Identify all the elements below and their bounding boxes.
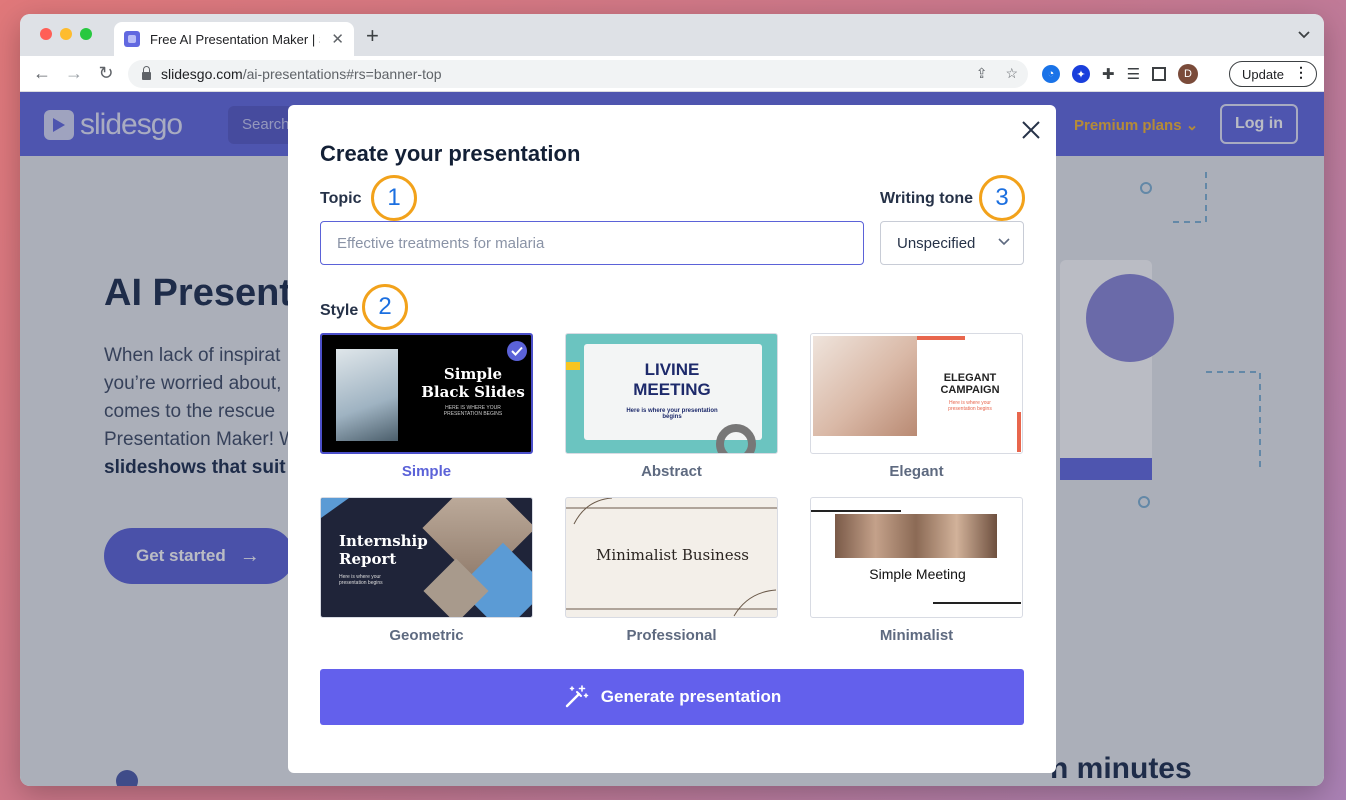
slidesgo-favicon-icon bbox=[124, 31, 140, 47]
topic-input[interactable] bbox=[320, 221, 864, 265]
style-card-geometric[interactable]: Internship Report Here is where your pre… bbox=[320, 497, 533, 618]
address-bar[interactable]: slidesgo.com/ai-presentations#rs=banner-… bbox=[128, 60, 1028, 88]
tab-search-chevron-icon[interactable] bbox=[1298, 28, 1310, 42]
style-label: Style bbox=[320, 302, 359, 319]
share-icon[interactable]: ⇪ bbox=[976, 65, 988, 82]
thumb-title: LIVINE MEETING bbox=[633, 360, 711, 399]
forward-arrow-icon[interactable]: → bbox=[62, 62, 86, 84]
thumb-photo bbox=[835, 514, 997, 558]
tab-strip: Free AI Presentation Maker | Sli ✕ + bbox=[20, 14, 1324, 56]
style-card-simple[interactable]: Simple Black Slides HERE IS WHERE YOUR P… bbox=[320, 333, 533, 454]
thumb-title: Internship Report bbox=[339, 532, 428, 568]
thumb-subtitle: Here is where your presentation begins bbox=[626, 408, 718, 420]
create-presentation-dialog: Create your presentation Topic 1 Writing… bbox=[288, 105, 1056, 773]
browser-toolbar: ← → ↻ slidesgo.com/ai-presentations#rs=b… bbox=[20, 56, 1324, 92]
step-badge-3: 3 bbox=[979, 175, 1025, 221]
magic-wand-icon bbox=[565, 685, 589, 708]
thumb-title: Minimalist Business bbox=[596, 546, 749, 564]
reload-icon[interactable]: ↻ bbox=[94, 62, 118, 84]
extension-star-icon[interactable]: ✦ bbox=[1072, 65, 1090, 83]
style-name-abstract[interactable]: Abstract bbox=[565, 463, 778, 480]
maximize-window-button[interactable] bbox=[80, 28, 92, 40]
bookmark-star-icon[interactable]: ☆ bbox=[1005, 65, 1018, 82]
style-name-minimalist[interactable]: Minimalist bbox=[810, 627, 1023, 644]
thumb-subtitle: Here is where your presentation begins bbox=[948, 400, 992, 412]
close-window-button[interactable] bbox=[40, 28, 52, 40]
tab-close-icon[interactable]: ✕ bbox=[331, 30, 344, 48]
step-badge-1: 1 bbox=[371, 175, 417, 221]
web-page: slidesgo Search Premium plans ⌄ Log in o… bbox=[20, 92, 1324, 786]
minimize-window-button[interactable] bbox=[60, 28, 72, 40]
style-name-professional[interactable]: Professional bbox=[565, 627, 778, 644]
writing-tone-select[interactable]: Unspecified bbox=[880, 221, 1024, 265]
browser-window: Free AI Presentation Maker | Sli ✕ + ← →… bbox=[20, 14, 1324, 786]
style-name-simple[interactable]: Simple bbox=[320, 463, 533, 480]
extensions-puzzle-icon[interactable]: ✚ bbox=[1102, 65, 1115, 83]
thumb-photo bbox=[813, 336, 917, 436]
tab-title: Free AI Presentation Maker | Sli bbox=[150, 31, 320, 47]
browser-tab[interactable]: Free AI Presentation Maker | Sli ✕ bbox=[114, 22, 354, 56]
thumb-title: Simple Black Slides bbox=[421, 365, 525, 401]
back-arrow-icon[interactable]: ← bbox=[30, 62, 54, 84]
writing-tone-label: Writing tone bbox=[880, 190, 974, 207]
style-name-geometric[interactable]: Geometric bbox=[320, 627, 533, 644]
dialog-title: Create your presentation bbox=[320, 141, 581, 166]
side-panel-icon[interactable] bbox=[1152, 67, 1167, 81]
extension-shield-icon[interactable]: ◔ bbox=[1042, 65, 1060, 83]
reading-list-icon[interactable]: ☰ bbox=[1127, 65, 1140, 83]
profile-avatar[interactable]: D bbox=[1178, 64, 1199, 84]
thumb-subtitle: Here is where your presentation begins bbox=[339, 574, 383, 586]
thumb-subtitle: HERE IS WHERE YOUR PRESENTATION BEGINS bbox=[443, 405, 503, 417]
style-card-elegant[interactable]: ELEGANT CAMPAIGN Here is where your pres… bbox=[810, 333, 1023, 454]
lock-icon bbox=[142, 66, 151, 80]
thumb-photo bbox=[336, 349, 398, 441]
close-icon[interactable] bbox=[1020, 119, 1042, 141]
style-name-elegant[interactable]: Elegant bbox=[810, 463, 1023, 480]
chevron-down-icon bbox=[998, 238, 1010, 246]
style-card-professional[interactable]: Minimalist Business bbox=[565, 497, 778, 618]
thumb-title: Simple Meeting bbox=[869, 566, 966, 582]
menu-dots-icon[interactable]: ⋮ bbox=[1294, 64, 1308, 81]
generate-presentation-button[interactable]: Generate presentation bbox=[320, 669, 1024, 725]
thumb-title: ELEGANT CAMPAIGN bbox=[940, 372, 1000, 396]
step-badge-2: 2 bbox=[362, 284, 408, 330]
check-icon bbox=[507, 341, 527, 361]
url-text: slidesgo.com/ai-presentations#rs=banner-… bbox=[161, 66, 442, 82]
update-button[interactable]: Update ⋮ bbox=[1229, 61, 1317, 87]
style-card-minimalist[interactable]: Simple Meeting bbox=[810, 497, 1023, 618]
style-card-abstract[interactable]: LIVINE MEETING Here is where your presen… bbox=[565, 333, 778, 454]
new-tab-button[interactable]: + bbox=[366, 25, 379, 47]
topic-label: Topic bbox=[320, 190, 362, 207]
